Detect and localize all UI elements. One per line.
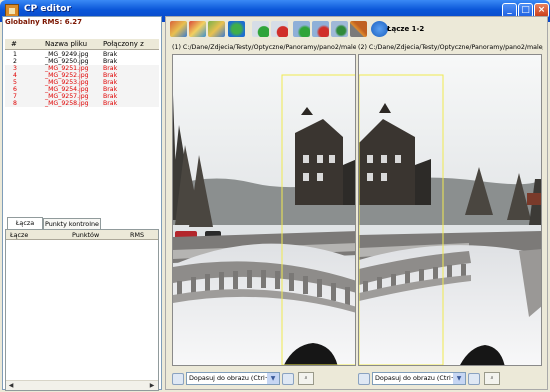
row-num: 6 [13,86,17,93]
row-num: 8 [13,100,17,107]
col-link[interactable]: Połączony z [103,40,144,48]
left-panorama-photo [173,55,355,365]
left-panel: Globalny RMS: 6.27 # Nazwa pliku Połączo… [2,16,162,391]
table-row[interactable]: 7 _MG_9257.jpg Brak [5,93,159,100]
left-image-controls: Dopasuj do obrazu (Ctrl+0) ▼ ⌕ [172,372,356,386]
chevron-down-icon[interactable]: ▼ [267,373,279,384]
link-add-icon[interactable] [293,21,310,37]
right-image-path: (2) C:/Dane/Zdjecia/Testy/Optyczne/Panor… [358,44,543,51]
zoom-button[interactable]: ⌕ [484,372,500,385]
row-name: _MG_9252.jpg [45,72,89,79]
table-row[interactable]: 4 _MG_9252.jpg Brak [5,72,159,79]
table-row[interactable]: 5 _MG_9253.jpg Brak [5,79,159,86]
chevron-down-icon[interactable]: ▼ [453,373,465,384]
help-icon[interactable] [371,21,388,37]
col-num[interactable]: # [11,40,17,48]
link-remove-icon[interactable] [312,21,329,37]
window-title: CP editor [24,4,71,14]
fit-select[interactable]: Dopasuj do obrazu (Ctrl+0) ▼ [372,372,466,385]
col-points[interactable]: Punktów [72,231,99,239]
row-name: _MG_9251.jpg [45,65,89,72]
col-rms[interactable]: RMS [130,231,144,239]
row-link: Brak [103,100,118,107]
row-num: 3 [13,65,17,72]
right-panorama-photo [359,55,541,365]
image-icon [358,373,370,385]
row-link: Brak [103,86,118,93]
row-name: _MG_9253.jpg [45,79,89,86]
row-link: Brak [103,79,118,86]
col-link[interactable]: Łącze [10,231,28,239]
table-row[interactable]: 8 _MG_9258.jpg Brak [5,100,159,107]
link-label: Łącze 1-2 [387,25,425,33]
zoom-icon[interactable] [282,373,294,385]
row-num: 4 [13,72,17,79]
row-num: 5 [13,79,17,86]
row-link: Brak [103,65,118,72]
table-row[interactable]: 6 _MG_9254.jpg Brak [5,86,159,93]
toolbar: Łącze 1-2 [166,17,549,41]
global-rms: Globalny RMS: 6.27 [5,18,82,26]
table-row[interactable]: 1 _MG_9249.jpg Brak [5,51,159,58]
row-link: Brak [103,72,118,79]
tools-icon[interactable] [350,21,367,37]
refresh-icon[interactable] [228,21,245,37]
file-table-header: # Nazwa pliku Połączony z [5,39,159,50]
left-image-viewport[interactable] [172,54,356,366]
row-link: Brak [103,93,118,100]
fit-select[interactable]: Dopasuj do obrazu (Ctrl+0) ▼ [186,372,280,385]
row-link: Brak [103,51,118,58]
image-icon [172,373,184,385]
zoom-button[interactable]: ⌕ [298,372,314,385]
table-row[interactable]: 3 _MG_9251.jpg Brak [5,65,159,72]
image-remove-icon[interactable] [208,21,225,37]
row-name: _MG_9249.jpg [45,51,89,58]
col-name[interactable]: Nazwa pliku [45,40,87,48]
left-image-path: (1) C:/Dane/Zdjecia/Testy/Optyczne/Panor… [172,44,356,51]
row-num: 1 [13,51,17,58]
row-num: 7 [13,93,17,100]
row-name: _MG_9250.jpg [45,58,89,65]
image-set-icon[interactable] [170,21,187,37]
link-search-icon[interactable] [331,21,348,37]
right-image-controls: Dopasuj do obrazu (Ctrl+0) ▼ ⌕ [358,372,543,386]
right-image-viewport[interactable] [358,54,542,366]
remove-point-icon[interactable] [271,21,288,37]
scroll-right-icon[interactable]: ▶ [148,382,156,390]
zoom-icon[interactable] [468,373,480,385]
image-add-icon[interactable] [189,21,206,37]
scroll-left-icon[interactable]: ◀ [7,382,15,390]
fit-select-value: Dopasuj do obrazu (Ctrl+0) [375,374,463,382]
row-link: Brak [103,58,118,65]
row-name: _MG_9254.jpg [45,86,89,93]
add-point-icon[interactable] [252,21,269,37]
links-panel: Łącze Punktów RMS ◀ ▶ [5,229,159,391]
horizontal-scrollbar[interactable]: ◀ ▶ [6,380,158,390]
links-table-header: Łącze Punktów RMS [6,230,158,240]
row-name: _MG_9257.jpg [45,93,89,100]
right-panel: Łącze 1-2 (1) C:/Dane/Zdjecia/Testy/Opty… [165,16,548,390]
row-name: _MG_9258.jpg [45,100,89,107]
fit-select-value: Dopasuj do obrazu (Ctrl+0) [189,374,277,382]
row-num: 2 [13,58,17,65]
table-row[interactable]: 2 _MG_9250.jpg Brak [5,58,159,65]
